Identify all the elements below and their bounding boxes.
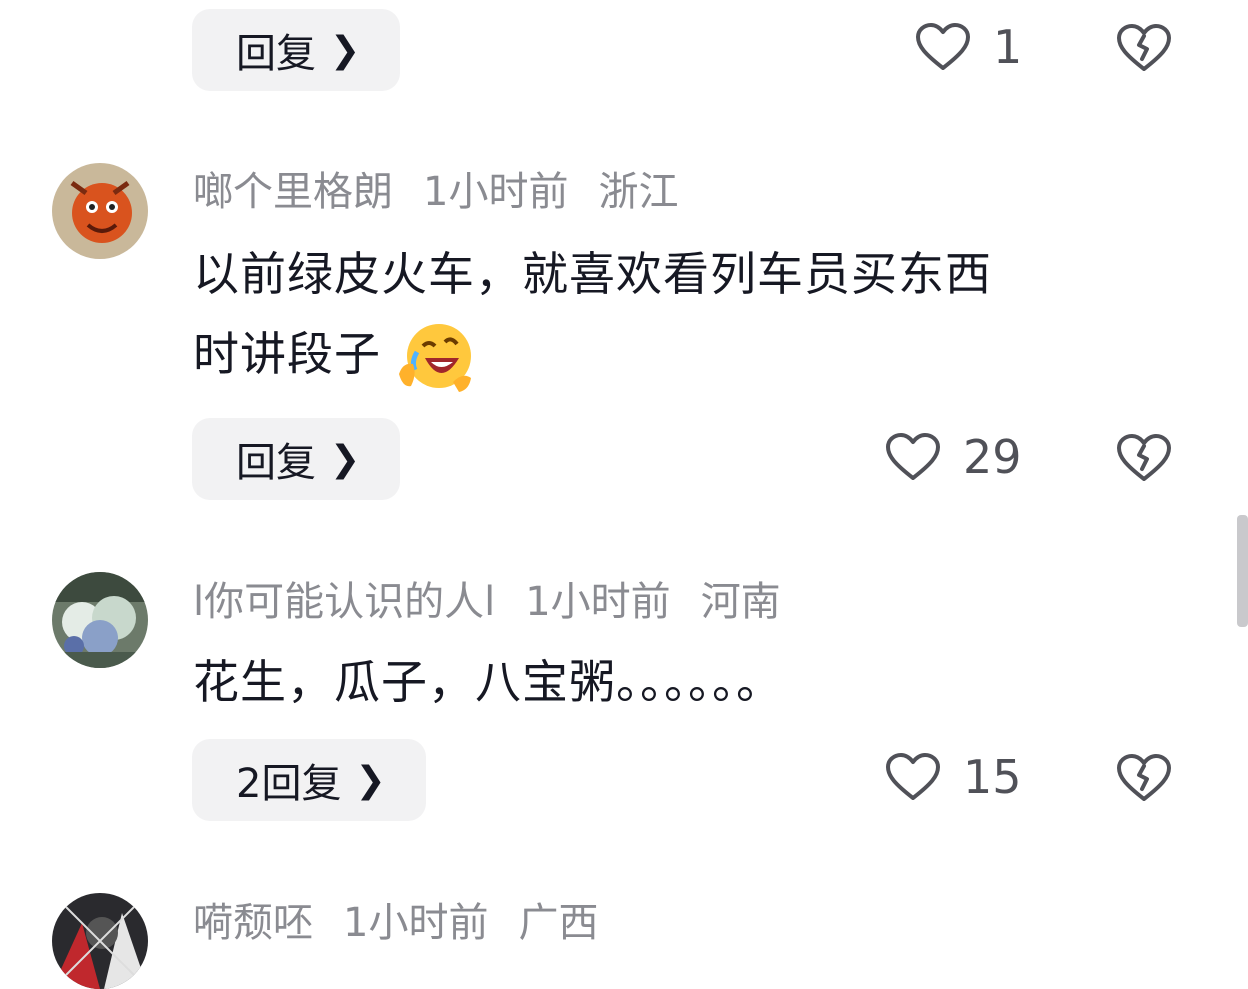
chevron-right-icon: ❯ xyxy=(330,29,361,71)
broken-heart-icon[interactable] xyxy=(1115,22,1173,74)
timestamp: 1小时前 xyxy=(525,579,671,625)
timestamp: 1小时前 xyxy=(343,900,489,946)
reply-label: 回复 xyxy=(236,440,316,486)
timestamp: 1小时前 xyxy=(423,169,569,215)
comment-text-line: 时讲段子 xyxy=(193,327,381,381)
comment-meta: 嗬颓呸 1小时前 广西 xyxy=(193,903,628,943)
comment-text: 以前绿皮火车，就喜欢看列车员买东西 时讲段子 xyxy=(193,234,1173,394)
like-count: 1 xyxy=(993,20,1023,74)
comment-text: 花生，瓜子，八宝粥。。。。。。 xyxy=(193,642,1173,722)
heart-outline-icon xyxy=(886,433,940,480)
avatar[interactable] xyxy=(52,893,148,989)
avatar-image xyxy=(52,893,148,989)
location: 广西 xyxy=(518,900,599,946)
reply-button[interactable]: 回复 ❯ xyxy=(192,418,401,500)
reply-button[interactable]: 2回复 ❯ xyxy=(192,739,426,821)
like-button[interactable]: 29 xyxy=(885,430,1022,484)
username[interactable]: 嗬颓呸 xyxy=(193,900,313,946)
avatar-image xyxy=(52,572,148,668)
scrollbar-thumb[interactable] xyxy=(1237,515,1248,627)
avatar[interactable] xyxy=(52,572,148,668)
chevron-right-icon: ❯ xyxy=(355,759,386,801)
comment-meta: l你可能认识的人l 1小时前 河南 xyxy=(193,582,811,622)
like-count: 29 xyxy=(963,430,1022,484)
comment-text-line: 花生，瓜子，八宝粥。。。。。。 xyxy=(193,655,783,709)
laughing-emoji-icon xyxy=(398,323,471,392)
heart-outline-icon xyxy=(886,753,940,800)
broken-heart-icon[interactable] xyxy=(1115,752,1173,804)
avatar-image xyxy=(52,163,148,259)
like-button[interactable]: 1 xyxy=(915,20,1022,74)
reply-label: 2回复 xyxy=(236,761,342,807)
username[interactable]: l你可能认识的人l xyxy=(193,579,495,625)
reply-button[interactable]: 回复 ❯ xyxy=(192,9,401,91)
location: 浙江 xyxy=(598,169,679,215)
avatar[interactable] xyxy=(52,163,148,259)
heart-outline-icon xyxy=(916,23,970,70)
broken-heart-icon[interactable] xyxy=(1115,432,1173,484)
chevron-right-icon: ❯ xyxy=(330,438,361,480)
comment-text-line: 以前绿皮火车，就喜欢看列车员买东西 xyxy=(193,247,992,301)
reply-label: 回复 xyxy=(236,31,316,77)
comment-meta: 啷个里格朗 1小时前 浙江 xyxy=(193,172,708,212)
like-button[interactable]: 15 xyxy=(885,750,1022,804)
username[interactable]: 啷个里格朗 xyxy=(193,169,393,215)
comment-text-line-2: 时讲段子 xyxy=(193,314,1173,394)
location: 河南 xyxy=(700,579,781,625)
like-count: 15 xyxy=(963,750,1022,804)
